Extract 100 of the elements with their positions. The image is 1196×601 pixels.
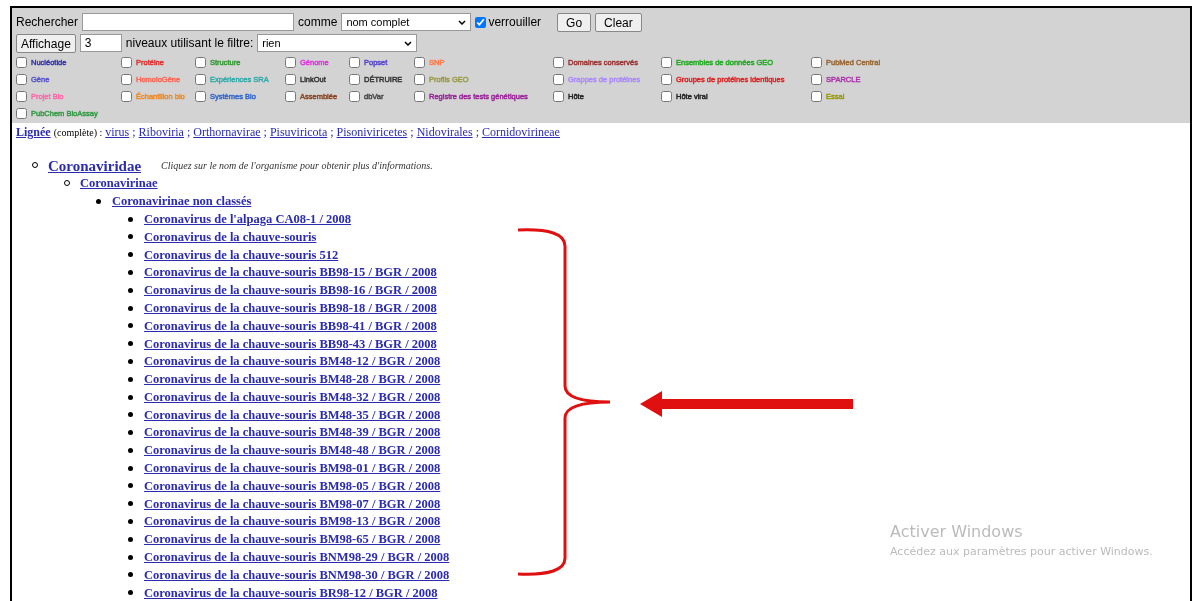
bullet-icon — [128, 376, 133, 382]
filter-select[interactable]: rien — [257, 34, 418, 52]
checkbox[interactable] — [553, 74, 564, 85]
checkbox[interactable] — [285, 91, 296, 102]
lineage-link[interactable]: virus — [105, 123, 130, 141]
filter-label: niveaux utilisant le filtre: — [125, 35, 254, 52]
bullet-icon — [128, 216, 133, 222]
checkbox[interactable] — [811, 91, 822, 102]
checkbox[interactable] — [661, 74, 672, 85]
lock-label: verrouiller — [488, 14, 542, 31]
checkbox[interactable] — [553, 57, 564, 68]
organism-link[interactable]: Coronavirus de la chauve-souris BM48-39 / BGR / 2008 — [144, 423, 441, 443]
organism-link[interactable]: Coronavirus de la chauve-souris BM98-13 / BGR / 2008 — [144, 512, 441, 532]
organism-link[interactable]: Coronavirus de la chauve-souris BM98-65 / BGR / 2008 — [144, 530, 441, 549]
organism-link[interactable]: Coronavirus de la chauve-souris BM48-35 / BGR / 2008 — [144, 405, 441, 425]
checkbox[interactable] — [661, 91, 672, 102]
as-label: comme — [298, 14, 338, 31]
lineage-link[interactable]: Riboviria — [138, 123, 184, 141]
lineage-link[interactable]: Cornidovirineae — [481, 123, 560, 141]
activation-title: Activer Windows — [890, 521, 1024, 543]
checkbox[interactable] — [16, 74, 27, 85]
checkbox[interactable] — [121, 91, 132, 102]
checkbox[interactable] — [16, 91, 27, 102]
search-field[interactable] — [82, 13, 295, 31]
checkbox[interactable] — [195, 91, 206, 102]
organism-link[interactable]: Coronavirus de la chauve-souris BB98-16 / BGR / 2008 — [144, 281, 437, 300]
activation-text: Accédez aux paramètres pour activer Windows. — [890, 544, 1153, 560]
bullet-icon — [128, 483, 133, 489]
bullet-icon — [128, 394, 133, 400]
bullet-icon — [128, 572, 133, 578]
organism-link[interactable]: Coronavirus de la chauve-souris BM48-28 / BGR / 2008 — [144, 370, 441, 389]
action-button[interactable]: Go — [557, 12, 592, 32]
separator: ; — [475, 124, 479, 141]
bullet-icon — [96, 198, 101, 204]
bullet-icon — [128, 358, 133, 364]
organism-link[interactable]: Coronavirus de la chauve-souris BM98-05 / BGR / 2008 — [144, 476, 441, 496]
separator: ; — [186, 124, 191, 141]
organism-link[interactable]: Coronavirus de la chauve-souris BB98-41 / BGR / 2008 — [144, 316, 437, 336]
checkbox[interactable] — [285, 57, 296, 68]
separator: ; — [132, 124, 136, 141]
display-button[interactable]: Affichage — [16, 33, 76, 53]
organism-link[interactable]: Coronavirus de la chauve-souris BB98-15 / BGR / 2008 — [144, 263, 437, 283]
checkbox[interactable] — [349, 57, 360, 68]
checkbox[interactable] — [661, 57, 672, 68]
lineage-link[interactable]: Pisuviricota — [269, 123, 328, 141]
organism-link[interactable]: Coronavirus de la chauve-souris — [144, 227, 317, 247]
organism-link[interactable]: Coronavirus de la chauve-souris BM48-48 / BGR / 2008 — [144, 441, 441, 461]
bullet-icon — [128, 447, 133, 453]
checkbox[interactable] — [195, 74, 206, 85]
bullet-icon — [128, 590, 133, 596]
checkbox[interactable] — [414, 91, 425, 102]
lineage-link[interactable]: Orthornavirae — [193, 123, 261, 141]
lineage-note: (complète) : — [53, 126, 103, 140]
checkbox[interactable] — [811, 57, 822, 68]
bullet-icon — [128, 341, 133, 347]
organism-link[interactable]: Coronavirus de l'alpaga CA08-1 / 2008 — [144, 209, 352, 229]
hint-text: Cliquez sur le nom de l'organisme pour obtenir plus d'informations. — [161, 159, 433, 174]
checkbox[interactable] — [349, 74, 360, 85]
bullet-icon — [128, 430, 133, 436]
lineage-link[interactable]: Pisoniviricetes — [336, 123, 408, 141]
checkbox[interactable] — [195, 57, 206, 68]
bullet-icon — [128, 252, 133, 258]
bullet-icon — [128, 234, 133, 240]
checkbox[interactable] — [121, 74, 132, 85]
lineage-link[interactable]: Lignée — [16, 123, 51, 141]
checkbox[interactable] — [16, 57, 27, 68]
search-label: Rechercher — [16, 14, 79, 31]
organism-link[interactable]: Coronavirus de la chauve-souris BM48-32 / BGR / 2008 — [144, 387, 441, 407]
checkbox[interactable] — [16, 108, 27, 119]
organism-link[interactable]: Coronavirus de la chauve-souris BM48-12 / BGR / 2008 — [144, 352, 441, 372]
organism-link[interactable]: Coronavirus de la chauve-souris BB98-18 / BGR / 2008 — [144, 298, 437, 318]
organism-link[interactable]: Coronavirinae non classés — [112, 192, 252, 211]
organism-link[interactable]: Coronavirus de la chauve-souris BNM98-30 / BGR / 2008 — [144, 565, 450, 585]
separator: ; — [410, 124, 414, 141]
bullet-icon — [128, 412, 133, 418]
bullet-icon — [128, 501, 133, 507]
mode-select[interactable]: nom complet — [341, 13, 472, 31]
lineage-link[interactable]: Nidovirales — [416, 123, 473, 141]
checkbox[interactable] — [414, 57, 425, 68]
checkbox[interactable] — [349, 91, 360, 102]
bullet-icon — [128, 305, 133, 311]
checkbox[interactable] — [553, 91, 564, 102]
bullet-icon — [128, 554, 133, 560]
checkbox[interactable] — [414, 74, 425, 85]
checkbox[interactable] — [121, 57, 132, 68]
bullet-icon — [128, 536, 133, 542]
organism-link[interactable]: Coronavirus de la chauve-souris BM98-07 / BGR / 2008 — [144, 494, 441, 514]
separator: ; — [263, 124, 267, 141]
organism-link[interactable]: Coronavirus de la chauve-souris BR98-12 / BGR / 2008 — [144, 583, 438, 601]
organism-link[interactable]: Coronavirus de la chauve-souris BNM98-29 / BGR / 2008 — [144, 548, 450, 567]
organism-link[interactable]: Coronavirus de la chauve-souris 512 — [144, 245, 339, 265]
bullet-icon — [128, 323, 133, 329]
bullet-icon — [128, 269, 133, 275]
action-button[interactable]: Clear — [595, 12, 642, 32]
levels-field[interactable]: 3 — [79, 34, 122, 52]
organism-link[interactable]: Coronavirus de la chauve-souris BB98-43 / BGR / 2008 — [144, 334, 437, 354]
checkbox[interactable] — [285, 74, 296, 85]
organism-link[interactable]: Coronavirus de la chauve-souris BM98-01 / BGR / 2008 — [144, 459, 441, 478]
checkbox[interactable] — [811, 74, 822, 85]
lock-checkbox[interactable] — [475, 16, 487, 28]
